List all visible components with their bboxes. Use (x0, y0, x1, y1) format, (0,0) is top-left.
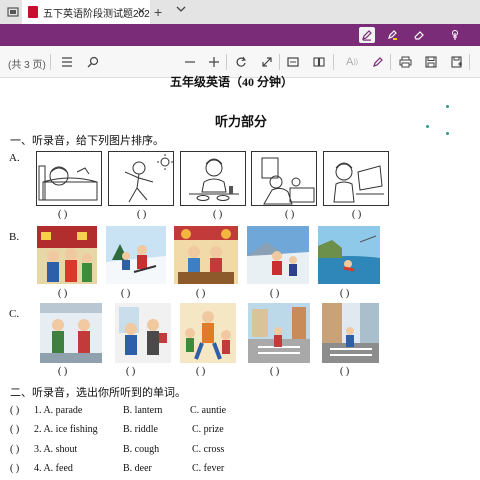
row-label-c: C. (9, 308, 20, 320)
answer-blank[interactable]: ( ) (196, 288, 205, 299)
ink-dot (426, 125, 429, 128)
search-icon[interactable] (85, 54, 101, 70)
question-option-b: B. riddle (123, 424, 158, 435)
ink-dot (446, 105, 449, 108)
answer-blank[interactable]: ( ) (58, 288, 67, 299)
picture-b4 (247, 226, 309, 284)
question-option-c: C. auntie (190, 405, 227, 416)
row-label-a: A. (9, 152, 20, 164)
answer-blank[interactable]: ( ) (340, 288, 349, 299)
divider (279, 54, 280, 70)
picture-c1 (40, 303, 102, 363)
eraser-icon[interactable] (411, 27, 427, 43)
answer-blank[interactable]: ( ) (196, 366, 205, 377)
picture-a2 (108, 151, 174, 206)
answer-blank[interactable]: ( ) (352, 209, 361, 220)
plus-icon[interactable]: + (154, 4, 162, 20)
answer-blank[interactable]: ( ) (58, 209, 67, 220)
screen: 五下英语阶段测试题202 ✕ + (共 3 页) A)) 五年级英语（40 分… (0, 0, 480, 480)
title-bar: 五下英语阶段测试题202 ✕ + (0, 0, 480, 24)
divider (469, 54, 470, 70)
listening-title: 听力部分 (215, 114, 268, 129)
ink-dot (446, 132, 449, 135)
chevron-down-icon[interactable] (176, 5, 186, 16)
section1-title: 一、听录音，给下列图片排序。 (10, 135, 164, 147)
page-count: (共 3 页) (8, 60, 46, 71)
list-icon[interactable] (59, 54, 75, 70)
close-icon[interactable]: ✕ (137, 5, 146, 18)
expand-icon[interactable] (259, 54, 275, 70)
divider (226, 54, 227, 70)
read-aloud-icon[interactable]: A)) (344, 54, 360, 70)
answer-paren[interactable]: ( ) (10, 444, 19, 455)
answer-blank[interactable]: ( ) (270, 288, 279, 299)
answer-paren[interactable]: ( ) (10, 463, 19, 474)
picture-b3 (174, 226, 238, 284)
picture-b2 (106, 226, 166, 284)
answer-paren[interactable]: ( ) (10, 405, 19, 416)
answer-blank[interactable]: ( ) (213, 209, 222, 220)
plus-icon[interactable] (206, 54, 222, 70)
question-option-a: 2. A. ice fishing (34, 424, 98, 435)
print-icon[interactable] (397, 54, 413, 70)
divider (333, 54, 334, 70)
minus-icon[interactable] (182, 54, 198, 70)
picture-c5 (322, 303, 379, 363)
picture-b5 (318, 226, 380, 284)
pdf-page: 五年级英语（40 分钟） 听力部分 一、听录音，给下列图片排序。 A. ( ) … (0, 75, 480, 480)
picture-a1 (36, 151, 102, 206)
pen-icon[interactable] (359, 27, 375, 43)
question-option-b: B. lantern (123, 405, 163, 416)
answer-blank[interactable]: ( ) (285, 209, 294, 220)
exam-title: 五年级英语（40 分钟） (170, 75, 294, 89)
divider (50, 54, 51, 70)
ink-toolbar (0, 24, 480, 46)
pdf-file-icon (28, 6, 38, 18)
picture-c3 (180, 303, 236, 363)
touch-icon[interactable] (447, 27, 463, 43)
answer-blank[interactable]: ( ) (58, 366, 67, 377)
picture-c2 (115, 303, 171, 363)
question-option-b: B. deer (123, 463, 152, 474)
picture-b1 (37, 226, 97, 284)
tab-title: 五下英语阶段测试题202 (43, 8, 150, 20)
answer-blank[interactable]: ( ) (121, 288, 130, 299)
two-page-icon[interactable] (311, 54, 327, 70)
save-as-icon[interactable] (449, 54, 465, 70)
save-icon[interactable] (423, 54, 439, 70)
row-label-b: B. (9, 231, 20, 243)
answer-paren[interactable]: ( ) (10, 424, 19, 435)
section2-title: 二、听录音，选出你所听到的单词。 (10, 387, 186, 399)
picture-a4 (251, 151, 317, 206)
question-option-c: C. cross (192, 444, 225, 455)
divider (390, 54, 391, 70)
question-option-c: C. prize (192, 424, 224, 435)
picture-c4 (248, 303, 310, 363)
question-option-a: 4. A. feed (34, 463, 73, 474)
question-option-c: C. fever (192, 463, 225, 474)
highlighter-icon[interactable] (384, 27, 400, 43)
picture-a3 (180, 151, 246, 206)
answer-blank[interactable]: ( ) (270, 366, 279, 377)
question-option-b: B. cough (123, 444, 160, 455)
question-option-a: 1. A. parade (34, 405, 83, 416)
rotate-icon[interactable] (233, 54, 249, 70)
answer-blank[interactable]: ( ) (126, 366, 135, 377)
draw-icon[interactable] (370, 54, 386, 70)
answer-blank[interactable]: ( ) (137, 209, 146, 220)
fit-page-icon[interactable] (285, 54, 301, 70)
question-option-a: 3. A. shout (34, 444, 78, 455)
answer-blank[interactable]: ( ) (340, 366, 349, 377)
picture-a5 (323, 151, 389, 206)
tab-active[interactable]: 五下英语阶段测试题202 ✕ (22, 0, 150, 24)
